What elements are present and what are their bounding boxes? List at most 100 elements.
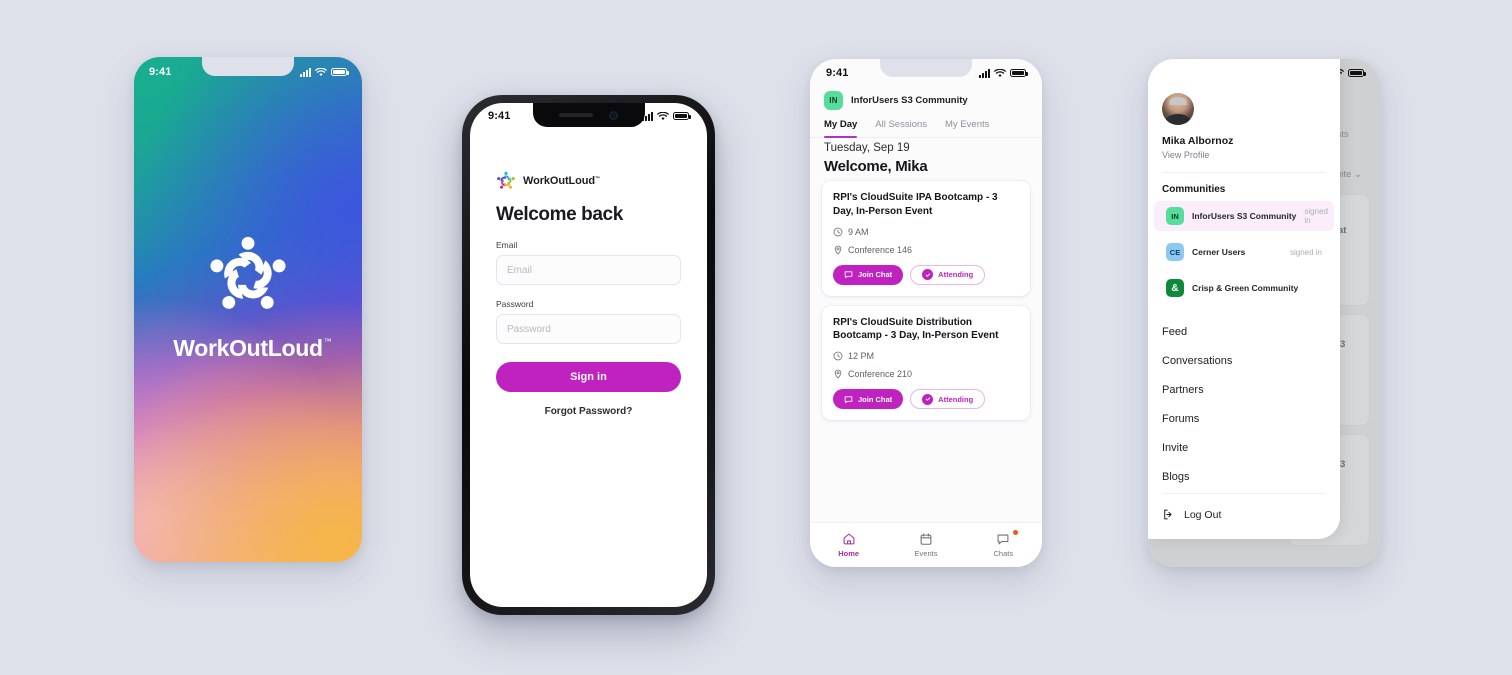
tab-events[interactable]: Events [887, 532, 964, 558]
nav-item-blogs[interactable]: Blogs [1148, 462, 1340, 491]
dimmed-number-text: 3 [1340, 459, 1346, 470]
join-chat-button[interactable]: Join Chat [833, 389, 904, 410]
attending-label: Attending [938, 270, 974, 280]
sign-in-button[interactable]: Sign in [496, 362, 681, 392]
status-time: 9:41 [488, 110, 511, 122]
event-location-row: Conference 210 [833, 369, 1019, 379]
status-time: 9:41 [149, 66, 172, 78]
cellular-icon [979, 68, 990, 78]
forgot-password-link[interactable]: Forgot Password? [496, 406, 681, 417]
event-time-row: 9 AM [833, 227, 1019, 237]
brand-row: WorkOutLoud ™ [496, 171, 681, 191]
event-card[interactable]: RPI's CloudSuite IPA Bootcamp - 3 Day, I… [822, 181, 1030, 296]
community-status: signed in [1289, 247, 1322, 257]
community-item-cerner[interactable]: CE Cerner Users signed in [1154, 237, 1334, 267]
chat-bubble-icon [844, 271, 853, 279]
brand-name: WorkOutLoud ™ [523, 175, 600, 187]
attending-button[interactable]: Attending [910, 389, 986, 410]
trademark-mark: ™ [323, 337, 332, 346]
tab-chats[interactable]: Chats [965, 530, 1042, 558]
status-icons [642, 111, 691, 121]
event-card[interactable]: RPI's CloudSuite Distribution Bootcamp -… [822, 305, 1030, 421]
email-field[interactable] [496, 255, 681, 285]
splash-brand-name: WorkOutLoud ™ [173, 335, 332, 362]
join-chat-button[interactable]: Join Chat [833, 264, 904, 285]
tab-all-sessions[interactable]: All Sessions [875, 119, 927, 137]
community-name: InforUsers S3 Community [851, 95, 968, 106]
workoutloud-logo-icon [497, 171, 515, 189]
wifi-icon [657, 111, 669, 120]
chat-bubble-icon [844, 396, 853, 403]
email-label: Email [496, 240, 518, 250]
nav-item-feed[interactable]: Feed [1148, 317, 1340, 346]
battery-icon [1348, 69, 1366, 77]
avatar[interactable] [1162, 93, 1194, 125]
logout-icon [1164, 509, 1172, 520]
workoutloud-logo-icon [210, 236, 286, 309]
user-name: Mika Albornoz [1162, 135, 1234, 147]
log-out-button[interactable]: Log Out [1148, 504, 1340, 525]
nav-item-invite[interactable]: Invite [1148, 433, 1340, 462]
tab-my-events[interactable]: My Events [945, 119, 989, 137]
chat-icon [997, 534, 1009, 545]
community-header[interactable]: IN InforUsers S3 Community [824, 91, 1028, 110]
nav-item-partners[interactable]: Partners [1148, 375, 1340, 404]
attending-button[interactable]: Attending [910, 264, 986, 285]
divider [1162, 493, 1326, 494]
notch [532, 103, 645, 127]
check-icon [922, 269, 934, 281]
password-label: Password [496, 299, 534, 309]
side-drawer: Mika Albornoz View Profile Communities I… [1148, 59, 1340, 539]
location-pin-icon [834, 245, 842, 255]
wifi-icon [315, 67, 327, 76]
community-avatar: IN [1166, 207, 1184, 225]
event-location-row: Conference 146 [833, 245, 1019, 255]
nav-item-forums[interactable]: Forums [1148, 404, 1340, 433]
join-chat-label: Join Chat [858, 394, 893, 404]
community-status: signed in [1304, 207, 1328, 225]
tab-my-day[interactable]: My Day [824, 119, 858, 138]
event-actions: Join Chat Attending [833, 389, 1019, 410]
community-item-inforusers[interactable]: IN InforUsers S3 Community signed in [1154, 201, 1334, 231]
brand-text: WorkOutLoud [523, 175, 596, 187]
front-camera-icon [609, 110, 618, 120]
check-icon [922, 393, 934, 405]
community-avatar: CE [1166, 243, 1184, 261]
tab-chats-label: Chats [993, 549, 1014, 558]
battery-icon [331, 68, 349, 76]
event-actions: Join Chat Attending [833, 264, 1019, 285]
nav-item-conversations[interactable]: Conversations [1148, 346, 1340, 375]
status-icons [979, 68, 1028, 78]
community-item-crisp-green[interactable]: & Crisp & Green Community [1154, 273, 1334, 303]
join-chat-label: Join Chat [858, 270, 893, 280]
calendar-icon [920, 533, 932, 545]
battery-icon [673, 112, 691, 120]
unread-badge [1012, 530, 1018, 535]
page-title: Welcome back [496, 204, 623, 225]
wifi-icon [994, 68, 1006, 77]
event-card-list: RPI's CloudSuite IPA Bootcamp - 3 Day, I… [822, 181, 1030, 430]
home-icon [843, 533, 855, 545]
tab-bar: My Day All Sessions My Events [810, 119, 1042, 138]
notch-cutout [880, 59, 972, 77]
communities-heading: Communities [1162, 184, 1226, 195]
password-field[interactable] [496, 314, 681, 344]
splash-brand-block: WorkOutLoud ™ [134, 233, 362, 362]
view-profile-link[interactable]: View Profile [1162, 150, 1326, 160]
community-name: Crisp & Green Community [1192, 283, 1299, 293]
speaker-grill [559, 113, 593, 117]
event-time-row: 12 PM [833, 351, 1019, 361]
battery-icon [1010, 69, 1028, 77]
bottom-tab-bar: Home Events Chats [810, 522, 1042, 567]
community-avatar: & [1166, 279, 1184, 297]
location-pin-icon [834, 369, 842, 379]
tab-home[interactable]: Home [810, 532, 887, 558]
community-name: Cerner Users [1192, 247, 1246, 257]
trademark-mark: ™ [595, 176, 600, 182]
community-avatar: IN [824, 91, 843, 110]
current-date: Tuesday, Sep 19 [824, 142, 910, 154]
dimmed-number-text: 3 [1340, 339, 1346, 350]
community-name: InforUsers S3 Community [1192, 211, 1297, 221]
welcome-heading: Welcome, Mika [824, 158, 928, 175]
status-icons [300, 67, 349, 77]
